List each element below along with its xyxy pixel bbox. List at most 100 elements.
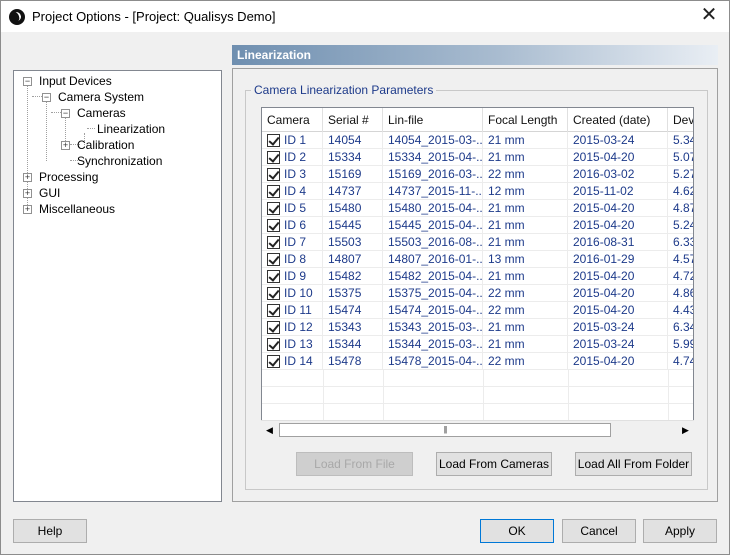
ok-button[interactable]: OK bbox=[480, 519, 554, 543]
load-from-cameras-button[interactable]: Load From Cameras bbox=[436, 452, 552, 476]
load-all-from-folder-button[interactable]: Load All From Folder bbox=[575, 452, 692, 476]
camera-enable-checkbox[interactable] bbox=[267, 253, 280, 266]
camera-enable-checkbox[interactable] bbox=[267, 151, 280, 164]
camera-enable-checkbox[interactable] bbox=[267, 321, 280, 334]
column-header-camera[interactable]: Camera bbox=[262, 108, 323, 132]
table-row[interactable]: ID 7 15503 15503_2016-08-... 21 mm 2016-08-3… bbox=[262, 234, 693, 251]
cell-dev: 4.62 bbox=[668, 183, 693, 200]
table-row[interactable]: ID 14 15478 15478_2015-04-... 22 mm 2015-04-… bbox=[262, 353, 693, 370]
collapse-icon[interactable]: − bbox=[61, 109, 70, 118]
table-row[interactable]: ID 2 15334 15334_2015-04-... 21 mm 2015-04-2… bbox=[262, 149, 693, 166]
cell-focal-length: 22 mm bbox=[483, 285, 568, 302]
table-row[interactable]: ID 8 14807 14807_2016-01-... 13 mm 2016-01-2… bbox=[262, 251, 693, 268]
column-header-focal-length[interactable]: Focal Length bbox=[483, 108, 568, 132]
scroll-left-icon[interactable]: ◀ bbox=[261, 421, 278, 440]
cell-focal-length: 22 mm bbox=[483, 166, 568, 183]
cell-linfile: 15343_2015-03-... bbox=[383, 319, 483, 336]
table-row[interactable]: ID 6 15445 15445_2015-04-... 21 mm 2015-04-2… bbox=[262, 217, 693, 234]
camera-id-label: ID 5 bbox=[284, 201, 307, 215]
cell-focal-length: 21 mm bbox=[483, 217, 568, 234]
load-from-file-button[interactable]: Load From File bbox=[296, 452, 413, 476]
cell-serial: 15474 bbox=[323, 302, 383, 319]
expand-icon[interactable]: + bbox=[23, 173, 32, 182]
apply-button[interactable]: Apply bbox=[643, 519, 717, 543]
table-row[interactable]: ID 13 15344 15344_2015-03-... 21 mm 2015-03-… bbox=[262, 336, 693, 353]
cell-created: 2015-11-02 bbox=[568, 183, 668, 200]
table-row[interactable]: ID 4 14737 14737_2015-11-... 12 mm 2015-11-0… bbox=[262, 183, 693, 200]
camera-enable-checkbox[interactable] bbox=[267, 202, 280, 215]
camera-enable-checkbox[interactable] bbox=[267, 287, 280, 300]
cell-dev: 5.34 bbox=[668, 132, 693, 149]
cell-linfile: 14054_2015-03-... bbox=[383, 132, 483, 149]
column-header-dev[interactable]: Dev bbox=[668, 108, 693, 132]
cell-camera: ID 3 bbox=[262, 166, 323, 183]
panel-header: Linearization bbox=[232, 45, 718, 65]
table-row[interactable]: ID 12 15343 15343_2015-03-... 21 mm 2015-03-… bbox=[262, 319, 693, 336]
title-bar: Project Options - [Project: Qualisys Dem… bbox=[1, 1, 729, 32]
options-tree[interactable]: − Input Devices − Camera System − Camera… bbox=[13, 70, 222, 502]
table-row[interactable]: ID 9 15482 15482_2015-04-... 21 mm 2015-04-2… bbox=[262, 268, 693, 285]
cell-focal-length: 21 mm bbox=[483, 336, 568, 353]
cell-camera: ID 4 bbox=[262, 183, 323, 200]
expand-icon[interactable]: + bbox=[23, 189, 32, 198]
cell-dev: 4.72 bbox=[668, 268, 693, 285]
table-row[interactable]: ID 11 15474 15474_2015-04-... 22 mm 2015-04-… bbox=[262, 302, 693, 319]
scroll-right-icon[interactable]: ▶ bbox=[677, 421, 694, 440]
column-header-serial[interactable]: Serial # bbox=[323, 108, 383, 132]
expand-icon[interactable]: + bbox=[61, 141, 70, 150]
camera-id-label: ID 4 bbox=[284, 184, 307, 198]
cell-created: 2015-04-20 bbox=[568, 200, 668, 217]
scroll-thumb[interactable]: ||| bbox=[279, 423, 611, 437]
help-button[interactable]: Help bbox=[13, 519, 87, 543]
cell-linfile: 15482_2015-04-... bbox=[383, 268, 483, 285]
camera-enable-checkbox[interactable] bbox=[267, 236, 280, 249]
cell-camera: ID 8 bbox=[262, 251, 323, 268]
camera-id-label: ID 11 bbox=[284, 303, 312, 317]
cell-focal-length: 21 mm bbox=[483, 132, 568, 149]
camera-enable-checkbox[interactable] bbox=[267, 270, 280, 283]
cell-serial: 14807 bbox=[323, 251, 383, 268]
cell-linfile: 15445_2015-04-... bbox=[383, 217, 483, 234]
camera-enable-checkbox[interactable] bbox=[267, 168, 280, 181]
linearization-table[interactable]: Camera Serial # Lin-file Focal Length Cr… bbox=[261, 107, 694, 439]
horizontal-scrollbar[interactable]: ◀ ||| ▶ bbox=[261, 420, 694, 439]
cell-camera: ID 7 bbox=[262, 234, 323, 251]
collapse-icon[interactable]: − bbox=[42, 93, 51, 102]
close-icon[interactable]: ✕ bbox=[697, 4, 721, 28]
cell-focal-length: 12 mm bbox=[483, 183, 568, 200]
collapse-icon[interactable]: − bbox=[23, 77, 32, 86]
cell-dev: 5.99 bbox=[668, 336, 693, 353]
camera-enable-checkbox[interactable] bbox=[267, 355, 280, 368]
table-row[interactable]: ID 5 15480 15480_2015-04-... 21 mm 2015-04-2… bbox=[262, 200, 693, 217]
cell-linfile: 15474_2015-04-... bbox=[383, 302, 483, 319]
cell-created: 2016-01-29 bbox=[568, 251, 668, 268]
camera-enable-checkbox[interactable] bbox=[267, 338, 280, 351]
cell-linfile: 15334_2015-04-... bbox=[383, 149, 483, 166]
expand-icon[interactable]: + bbox=[23, 205, 32, 214]
table-row[interactable]: ID 10 15375 15375_2015-04-... 22 mm 2015-04-… bbox=[262, 285, 693, 302]
camera-enable-checkbox[interactable] bbox=[267, 304, 280, 317]
camera-id-label: ID 8 bbox=[284, 252, 307, 266]
table-row[interactable]: ID 1 14054 14054_2015-03-... 21 mm 2015-03-2… bbox=[262, 132, 693, 149]
camera-enable-checkbox[interactable] bbox=[267, 134, 280, 147]
table-row[interactable]: ID 3 15169 15169_2016-03-... 22 mm 2016-03-0… bbox=[262, 166, 693, 183]
tree-item-label: Miscellaneous bbox=[39, 202, 116, 216]
cell-dev: 4.87 bbox=[668, 200, 693, 217]
column-header-linfile[interactable]: Lin-file bbox=[383, 108, 483, 132]
cancel-button[interactable]: Cancel bbox=[562, 519, 636, 543]
camera-id-label: ID 3 bbox=[284, 167, 307, 181]
camera-id-label: ID 10 bbox=[284, 286, 313, 300]
cell-camera: ID 14 bbox=[262, 353, 323, 370]
camera-enable-checkbox[interactable] bbox=[267, 185, 280, 198]
cell-linfile: 14737_2015-11-... bbox=[383, 183, 483, 200]
camera-enable-checkbox[interactable] bbox=[267, 219, 280, 232]
column-header-created[interactable]: Created (date) bbox=[568, 108, 668, 132]
cell-linfile: 15503_2016-08-... bbox=[383, 234, 483, 251]
cell-serial: 15503 bbox=[323, 234, 383, 251]
tree-item-label: Cameras bbox=[77, 106, 126, 120]
tree-item-label: Processing bbox=[39, 170, 99, 184]
cell-dev: 6.33 bbox=[668, 234, 693, 251]
camera-id-label: ID 6 bbox=[284, 218, 307, 232]
cell-linfile: 14807_2016-01-... bbox=[383, 251, 483, 268]
cell-focal-length: 21 mm bbox=[483, 268, 568, 285]
